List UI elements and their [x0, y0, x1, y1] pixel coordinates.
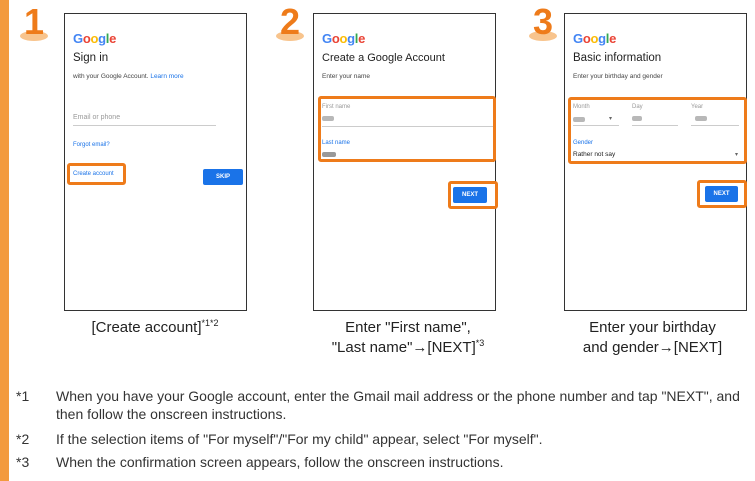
side-accent-bar [0, 0, 9, 481]
caption-text: [Create account] [91, 319, 202, 336]
create-account-highlight [67, 163, 126, 185]
email-field[interactable]: Email or phone [73, 114, 120, 121]
subtitle-text: with your Google Account. [73, 73, 149, 80]
caption-line-2: "Last name"→[NEXT]*3 [293, 338, 523, 358]
screen-subtitle: Enter your name [322, 73, 371, 80]
screen-title: Create a Google Account [322, 52, 445, 64]
phone-screen-sign-in: Google Sign in with your Google Account.… [64, 13, 247, 311]
next-button-highlight [448, 181, 498, 209]
footnote-text: If the selection items of "For myself"/"… [56, 431, 543, 447]
email-field-underline [73, 125, 216, 126]
caption-line-1: Enter "First name", [345, 319, 471, 336]
step-caption: [Create account]*1*2 [40, 318, 270, 338]
birthday-gender-highlight [568, 97, 747, 164]
step-number: 1 [23, 1, 45, 42]
skip-button[interactable]: SKIP [203, 169, 243, 185]
caption-footnote-ref: *3 [475, 338, 485, 348]
step-number: 2 [279, 1, 301, 42]
step-caption: Enter "First name", "Last name"→[NEXT]*3 [293, 318, 523, 358]
phone-screen-create-account: Google Create a Google Account Enter you… [313, 13, 496, 311]
step-number: 3 [532, 1, 554, 42]
forgot-email-link[interactable]: Forgot email? [73, 142, 110, 148]
caption-footnote-ref: *1*2 [201, 318, 219, 328]
google-logo: Google [322, 31, 366, 46]
screen-title: Basic information [573, 52, 662, 64]
learn-more-link[interactable]: Learn more [150, 73, 183, 80]
footnote-text: When the confirmation screen appears, fo… [56, 454, 504, 470]
caption-line-2: and gender→[NEXT] [582, 339, 723, 356]
footnote-mark: *2 [16, 431, 30, 447]
screen-subtitle: with your Google Account. Learn more [73, 73, 184, 80]
next-button-highlight [697, 180, 747, 208]
step-caption: Enter your birthday and gender→[NEXT] [545, 318, 755, 358]
screen-title: Sign in [73, 52, 109, 64]
footnote-mark: *1 [16, 388, 30, 404]
google-logo: Google [573, 31, 617, 46]
footnote-mark: *3 [16, 454, 30, 470]
google-logo: Google [73, 31, 117, 46]
screen-subtitle: Enter your birthday and gender [573, 73, 663, 80]
caption-line-1: Enter your birthday [589, 319, 716, 336]
footnote-text: When you have your Google account, enter… [56, 388, 740, 422]
name-fields-highlight [318, 96, 496, 162]
caption-line-2-text: "Last name"→[NEXT] [331, 339, 476, 356]
